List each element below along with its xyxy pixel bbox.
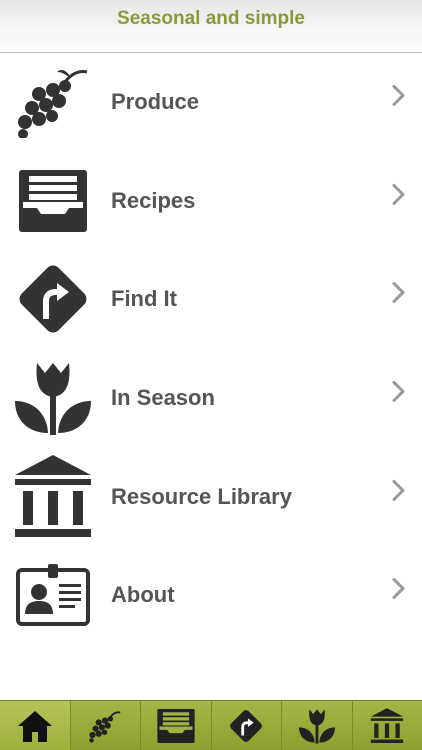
main-menu: Produce Recipes Find It In Season Resour…: [0, 53, 422, 645]
chevron-right-icon: [392, 183, 406, 210]
directions-sign-icon: [13, 259, 93, 339]
nav-header: Seasonal and simple: [0, 0, 422, 53]
tulip-icon: [13, 358, 93, 438]
menu-item-find-it[interactable]: Find It: [0, 250, 422, 349]
recipe-box-icon: [157, 708, 195, 743]
library-icon: [371, 707, 404, 743]
menu-item-resource-library[interactable]: Resource Library: [0, 447, 422, 546]
chevron-right-icon: [392, 381, 406, 408]
tab-bar: [0, 700, 422, 750]
menu-item-in-season[interactable]: In Season: [0, 349, 422, 448]
menu-item-label: About: [111, 582, 175, 608]
menu-item-label: Recipes: [111, 187, 196, 213]
tab-recipes[interactable]: [141, 701, 212, 750]
chevron-right-icon: [392, 85, 406, 112]
tab-in-season[interactable]: [282, 701, 353, 750]
chevron-right-icon: [392, 578, 406, 605]
menu-item-label: Produce: [111, 89, 200, 115]
tab-home[interactable]: [0, 701, 71, 750]
menu-item-about[interactable]: About: [0, 546, 422, 645]
tab-resource-library[interactable]: [353, 701, 422, 750]
menu-item-label: Resource Library: [111, 483, 292, 509]
tab-produce[interactable]: [71, 701, 141, 750]
menu-item-label: In Season: [111, 385, 215, 411]
home-icon: [17, 710, 52, 742]
chevron-right-icon: [392, 479, 406, 506]
menu-item-recipes[interactable]: Recipes: [0, 152, 422, 251]
menu-item-label: Find It: [111, 286, 177, 312]
id-badge-icon: [13, 555, 93, 635]
grapes-icon: [89, 710, 121, 743]
tab-find-it[interactable]: [212, 701, 282, 750]
directions-sign-icon: [230, 709, 263, 742]
tulip-icon: [298, 708, 335, 744]
grapes-icon: [13, 62, 93, 142]
chevron-right-icon: [392, 282, 406, 309]
menu-item-produce[interactable]: Produce: [0, 53, 422, 152]
recipe-box-icon: [13, 161, 93, 241]
library-icon: [13, 454, 93, 537]
page-title: Seasonal and simple: [117, 8, 305, 29]
